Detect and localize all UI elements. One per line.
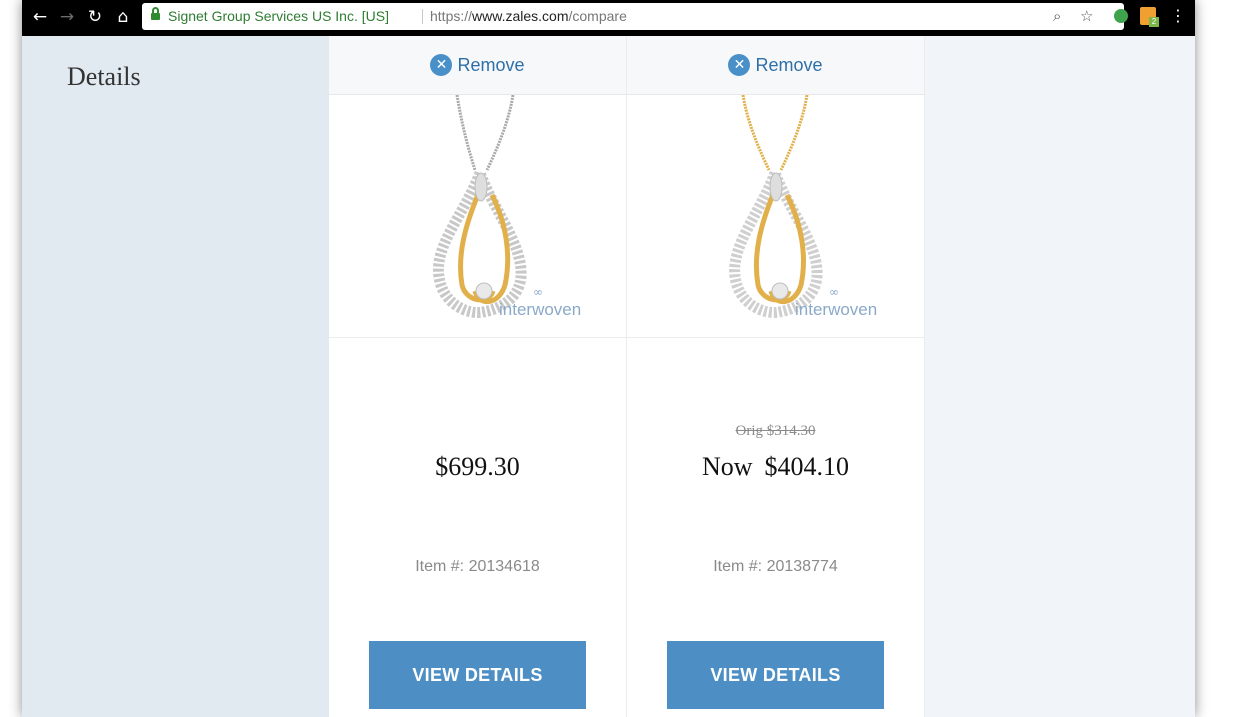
browser-window: ← → ↻ ⌂ Signet Group Services US Inc. [U… bbox=[22, 0, 1195, 717]
silver-pendant-image bbox=[432, 95, 527, 318]
compare-label-column: Details bbox=[22, 36, 329, 717]
brand-logo: ∞ interwoven bbox=[795, 285, 878, 319]
view-details-button[interactable]: VIEW DETAILS bbox=[369, 641, 586, 709]
address-divider bbox=[422, 9, 423, 24]
url-text[interactable]: https://www.zales.com/compare bbox=[430, 8, 627, 24]
close-circle-icon[interactable]: ✕ bbox=[728, 54, 751, 76]
gold-pendant-image bbox=[729, 95, 823, 318]
lock-icon bbox=[151, 7, 160, 21]
product-price: $699.30 bbox=[435, 452, 520, 481]
item-number: Item #: 20138774 bbox=[713, 558, 838, 575]
view-details-button[interactable]: VIEW DETAILS bbox=[667, 641, 884, 709]
more-vert-icon[interactable]: ⋮ bbox=[1170, 6, 1186, 25]
remove-button[interactable]: ✕ Remove bbox=[430, 54, 525, 76]
url-host: www.zales.com bbox=[472, 8, 569, 24]
address-bar[interactable]: Signet Group Services US Inc. [US] https… bbox=[142, 3, 1124, 30]
extension-green-icon[interactable] bbox=[1114, 9, 1128, 23]
site-identity: Signet Group Services US Inc. [US] bbox=[168, 8, 389, 24]
empty-compare-slot bbox=[925, 36, 1195, 717]
star-icon[interactable]: ☆ bbox=[1080, 7, 1093, 25]
reload-icon[interactable]: ↻ bbox=[85, 7, 105, 27]
remove-button[interactable]: ✕ Remove bbox=[728, 54, 823, 76]
remove-label[interactable]: Remove bbox=[457, 55, 524, 76]
original-price: Orig $314.30 bbox=[735, 423, 816, 439]
browser-toolbar: ← → ↻ ⌂ Signet Group Services US Inc. [U… bbox=[22, 0, 1195, 36]
item-number: Item #: 20134618 bbox=[415, 558, 540, 575]
product-price: Now $404.10 bbox=[701, 452, 850, 481]
product-column: ✕ Remove ∞ interwoven Orig $314.30 Now $40… bbox=[627, 36, 925, 717]
details-label: Details bbox=[67, 62, 141, 91]
brand-logo: ∞ interwoven bbox=[499, 285, 582, 319]
url-path: /compare bbox=[568, 8, 627, 24]
extension-orange-icon[interactable]: 2 bbox=[1140, 7, 1159, 27]
product-image[interactable]: ∞ interwoven bbox=[627, 95, 924, 338]
url-scheme: https:// bbox=[430, 8, 473, 24]
forward-arrow-icon[interactable]: → bbox=[57, 7, 77, 27]
remove-bar: ✕ Remove bbox=[627, 36, 924, 95]
close-circle-icon[interactable]: ✕ bbox=[430, 54, 453, 76]
product-image[interactable]: ∞ interwoven bbox=[329, 95, 626, 338]
remove-bar: ✕ Remove bbox=[329, 36, 626, 95]
zoom-icon[interactable]: ⌕ bbox=[1053, 7, 1061, 25]
product-column: ✕ Remove ∞ interwoven $699.30 Item #: 201… bbox=[329, 36, 627, 717]
remove-label[interactable]: Remove bbox=[755, 55, 822, 76]
home-icon[interactable]: ⌂ bbox=[113, 7, 133, 27]
back-arrow-icon[interactable]: ← bbox=[30, 7, 50, 27]
price-prefix: Now bbox=[701, 452, 753, 481]
